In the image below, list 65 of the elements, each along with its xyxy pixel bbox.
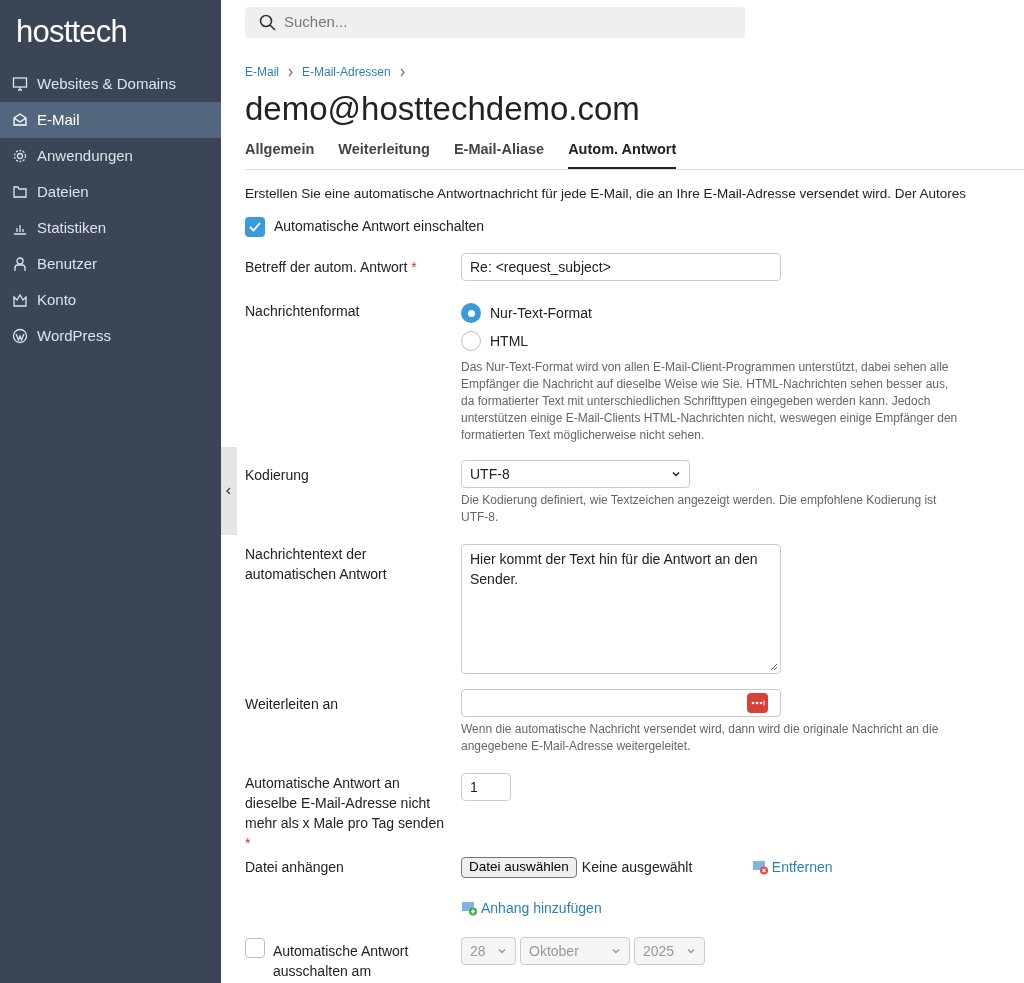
chevron-icon [398, 67, 406, 77]
dropdown[interactable]: UTF-8 [461, 460, 690, 488]
nav-item[interactable]: WordPress [0, 318, 221, 354]
tab[interactable]: Allgemein [245, 139, 315, 169]
help-text: Das Nur-Text-Format wird von allen E-Mail-Client-Programmen unterstützt, dabei sehen alle Empfänger die Nachricht auf dieselbe Weise wie Sie. HTML-Nachrichten sehen besser aus, da formatierter Text mit unterschiedlichen Schrifttypen eingegeben werden kann. Jedoch unterstützen einige E-Mail-Clients HTML-Nachrichten nicht, weswegen einige Empfänger den formatierten Text möglicherweise nicht sehen. [461, 359, 959, 444]
radio-label: Nur-Text-Format [490, 303, 592, 323]
nav-item[interactable]: Konto [0, 282, 221, 318]
checkbox-label: Automatische Antwort einschalten [274, 217, 485, 236]
help-text: Die Kodierung definiert, wie Textzeichen angezeigt werden. Die empfohlene Kodierung ist UTF-8. [461, 492, 938, 526]
field-label: Nachrichtenformat [245, 302, 361, 321]
nav-item[interactable]: E-Mail [0, 102, 221, 138]
collapse-handle[interactable] [221, 447, 237, 535]
nav-item[interactable]: Statistiken [0, 210, 221, 246]
input-field[interactable]: Re: <request_subject> [461, 253, 781, 281]
nav-item[interactable]: Dateien [0, 174, 221, 210]
field-label: Nachrichtentext der automatischen Antwort [245, 545, 388, 584]
checkbox-label: Automatische Antwort ausschalten am [273, 942, 410, 981]
tab[interactable]: E-Mail-Aliase [453, 139, 545, 169]
caret-icon [686, 946, 696, 956]
nav-item[interactable]: Anwendungen [0, 138, 221, 174]
radio-label: HTML [490, 331, 529, 351]
radio-button[interactable] [461, 303, 481, 323]
crown-icon [12, 292, 28, 308]
wordpress-icon [12, 328, 28, 344]
search-icon [259, 14, 276, 31]
breadcrumb-link[interactable]: E-Mail-Adressen [302, 63, 391, 81]
help-text: Wenn die automatische Nachricht versendet wird, dann wird die originale Nachricht an die angegebene E-Mail-Adresse weitergeleitet. [461, 721, 940, 755]
number-field[interactable]: 1 [461, 773, 511, 801]
intro-text: Erstellen Sie eine automatische Antwortnachricht für jede E-Mail, die an Ihre E-Mail-Adresse versendet wird. Der Autores [245, 184, 967, 203]
required-asterisk: * [245, 835, 251, 851]
caret-icon [671, 469, 681, 479]
field-label: Weiterleiten an [245, 695, 340, 714]
chevron-icon [287, 67, 294, 77]
message-textarea[interactable]: Hier kommt der Text hin für die Antwort an den Sender. [461, 544, 781, 674]
required-asterisk: * [411, 259, 417, 275]
folder-icon [12, 184, 28, 200]
field-label: Kodierung [245, 466, 310, 485]
breadcrumb-link[interactable]: E-Mail [245, 63, 279, 81]
gear-icon [12, 148, 28, 164]
field-label: Betreff der autom. Antwort [245, 259, 408, 275]
field-label: Automatische Antwort an dieselbe E-Mail-Adresse nicht mehr als x Male pro Tag senden [245, 775, 444, 831]
add-attachment-link[interactable]: Anhang hinzufügen [461, 898, 602, 919]
remove-link[interactable]: Entfernen [751, 857, 833, 878]
password-manager-icon [747, 693, 768, 713]
monitor-icon [12, 76, 28, 92]
user-icon [12, 256, 28, 272]
radio-button[interactable] [461, 331, 481, 351]
resize-grip-icon[interactable] [770, 663, 778, 671]
input-field[interactable] [461, 689, 781, 717]
caret-icon [497, 946, 507, 956]
envelope-icon [12, 112, 28, 128]
nav-item[interactable]: Websites & Domains [0, 66, 221, 102]
add-attachment-icon [461, 901, 478, 916]
tab[interactable]: Autom. Antwort [568, 139, 677, 169]
tab[interactable]: Weiterleitung [338, 139, 430, 169]
page-title: demo@hosttechdemo.com [245, 89, 640, 129]
remove-attachment-icon [751, 860, 769, 875]
file-status: Keine ausgewählt [581, 858, 694, 877]
caret-icon [611, 946, 621, 956]
search-field[interactable]: Suchen... [245, 7, 745, 38]
nav-item[interactable]: Benutzer [0, 246, 221, 282]
field-label: Datei anhängen [245, 858, 345, 877]
checkbox[interactable] [245, 216, 265, 237]
choose-file-button[interactable]: Datei auswählen [461, 857, 577, 878]
logo: hosttech [15, 13, 128, 51]
